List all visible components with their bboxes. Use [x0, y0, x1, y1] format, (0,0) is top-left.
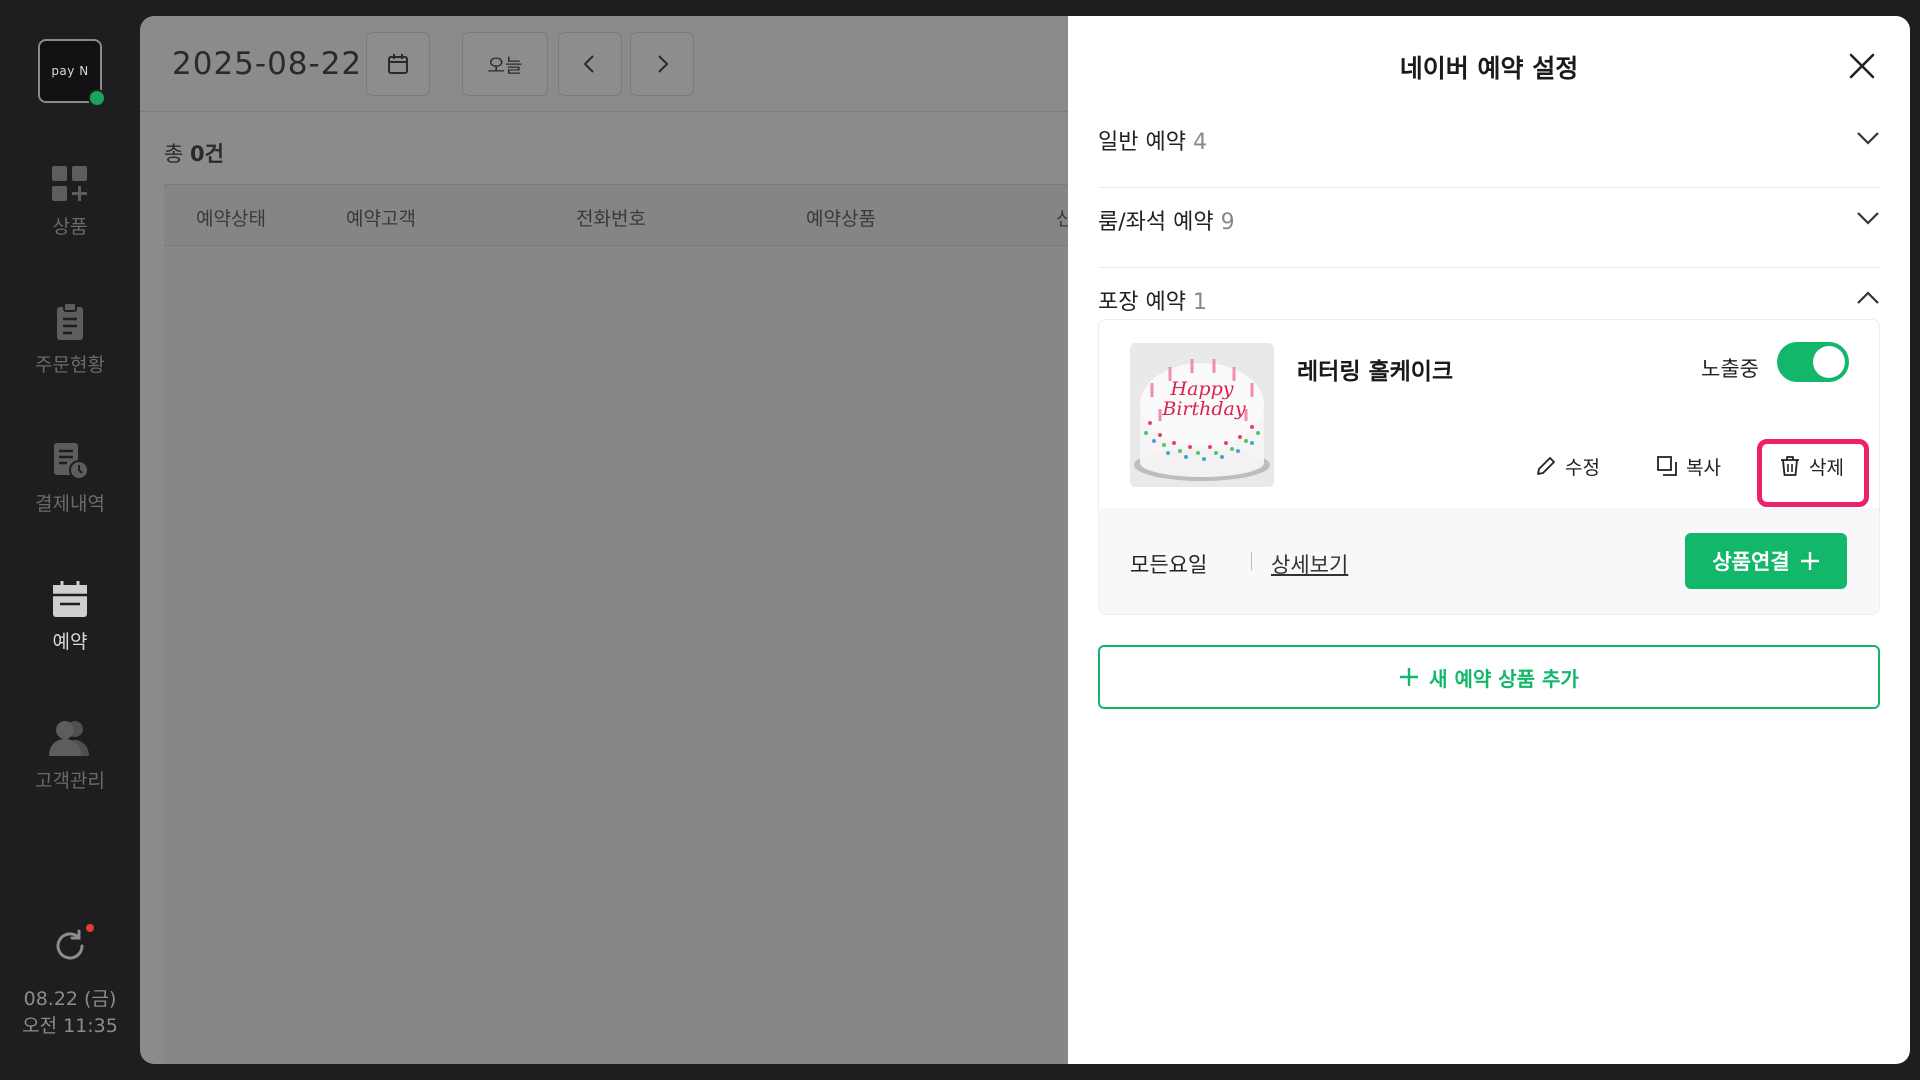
clipboard-icon: [57, 302, 83, 340]
plus-icon: [1400, 668, 1419, 686]
section-count: 1: [1192, 290, 1207, 315]
section-room-seat-reservation[interactable]: 룸/좌석 예약 9: [1098, 188, 1880, 268]
table-header: 예약상태 예약고객 전화번호 예약상품 신: [164, 184, 1068, 246]
close-icon[interactable]: [1846, 50, 1878, 82]
plus-icon: [1800, 552, 1819, 570]
table-body: [164, 246, 1068, 1064]
edit-button[interactable]: 수정: [1535, 444, 1600, 488]
calendar-icon: [53, 581, 87, 617]
chevron-down-icon[interactable]: [1856, 210, 1880, 226]
divider: [1251, 552, 1252, 570]
current-date: 2025-08-22: [172, 46, 363, 82]
users-icon: [49, 721, 89, 756]
cake-text: Birthday: [1161, 398, 1245, 420]
available-days: 모든요일: [1130, 553, 1208, 577]
delete-highlight-box: [1757, 439, 1869, 507]
cake-text: Happy: [1170, 378, 1234, 400]
today-label: 오늘: [487, 54, 523, 77]
cake-image: Happy Birthday: [1130, 343, 1274, 487]
section-label: 일반 예약: [1098, 130, 1186, 155]
edit-label: 수정: [1565, 456, 1600, 479]
chevron-down-icon[interactable]: [1856, 130, 1880, 146]
notification-dot: [86, 924, 94, 932]
toggle-knob: [1813, 346, 1845, 378]
exposure-label: 노출중: [1701, 357, 1759, 381]
prev-day-button[interactable]: [558, 32, 622, 96]
column-header[interactable]: 전화번호: [576, 204, 646, 231]
product-name: 레터링 홀케이크: [1297, 359, 1454, 385]
next-day-button[interactable]: [630, 32, 694, 96]
sidebar-item-label: 예약: [52, 631, 88, 653]
section-count: 9: [1220, 210, 1235, 235]
copy-label: 복사: [1686, 456, 1721, 479]
online-status-dot: [88, 89, 106, 107]
today-button[interactable]: 오늘: [462, 32, 548, 96]
count-value: 0건: [190, 142, 224, 166]
product-card-footer: 모든요일 상세보기 상품연결: [1099, 508, 1879, 614]
add-reservation-product-button[interactable]: 새 예약 상품 추가: [1098, 645, 1880, 709]
sync-icon[interactable]: [52, 928, 88, 964]
sidebar: pay N 상품 주문현황 결제내역 예약 고객관리 08.22 (금) 오전 …: [0, 0, 140, 1080]
sidebar-item-payments[interactable]: 결제내역: [0, 441, 140, 516]
section-label: 룸/좌석 예약: [1098, 210, 1214, 235]
product-image: Happy Birthday: [1130, 343, 1274, 487]
section-label: 포장 예약: [1098, 290, 1186, 315]
clock-time: 오전 11:35: [22, 1015, 118, 1037]
add-reservation-product-label: 새 예약 상품 추가: [1429, 666, 1579, 691]
connect-product-button[interactable]: 상품연결: [1685, 533, 1847, 589]
detail-link[interactable]: 상세보기: [1271, 549, 1348, 579]
column-header[interactable]: 예약상태: [196, 204, 266, 231]
sidebar-item-customers[interactable]: 고객관리: [0, 718, 140, 793]
connect-product-label: 상품연결: [1712, 550, 1790, 574]
sidebar-item-label: 상품: [52, 216, 88, 238]
chevron-up-icon[interactable]: [1856, 290, 1880, 306]
chevron-right-icon: [658, 55, 669, 73]
panel-title: 네이버 예약 설정: [1399, 54, 1579, 83]
sidebar-item-orders[interactable]: 주문현황: [0, 302, 140, 377]
product-card: Happy Birthday 레터링 홀케이크 노출중 수정 복사 삭제 모든요…: [1098, 319, 1880, 615]
chevron-left-icon: [583, 55, 594, 73]
date-toolbar: 2025-08-22 오늘: [140, 16, 1068, 112]
pay-logo[interactable]: pay N: [38, 39, 106, 107]
sidebar-item-reservations[interactable]: 예약: [0, 579, 140, 654]
receipt-clock-icon: [54, 443, 89, 480]
clock-date: 08.22 (금): [23, 988, 117, 1010]
grid-plus-icon: [52, 166, 87, 201]
sidebar-item-label: 주문현황: [35, 354, 105, 376]
pencil-icon: [1537, 457, 1555, 475]
section-general-reservation[interactable]: 일반 예약 4: [1098, 108, 1880, 188]
clock: 08.22 (금) 오전 11:35: [0, 986, 140, 1040]
section-count: 4: [1192, 130, 1207, 155]
copy-button[interactable]: 복사: [1656, 444, 1721, 488]
sidebar-item-label: 결제내역: [35, 493, 105, 515]
calendar-picker-button[interactable]: [366, 32, 430, 96]
calendar-icon: [388, 54, 408, 74]
naver-reservation-settings-panel: 네이버 예약 설정 일반 예약 4 룸/좌석 예약 9 포장 예약 1 Happ…: [1068, 16, 1910, 1064]
total-count: 총 0건: [164, 138, 224, 168]
count-prefix: 총: [164, 142, 184, 166]
reservation-list-area: 2025-08-22 오늘 총 0건 예약상태 예약고객 전화번호 예약상품 신: [140, 16, 1068, 1064]
sidebar-item-products[interactable]: 상품: [0, 164, 140, 239]
logo-text: pay N: [51, 64, 89, 78]
column-header[interactable]: 예약상품: [806, 204, 876, 231]
exposure-toggle[interactable]: [1777, 342, 1849, 382]
column-header[interactable]: 신: [1056, 204, 1068, 231]
column-header[interactable]: 예약고객: [346, 204, 416, 231]
copy-icon: [1657, 456, 1677, 476]
sidebar-item-label: 고객관리: [35, 770, 105, 792]
